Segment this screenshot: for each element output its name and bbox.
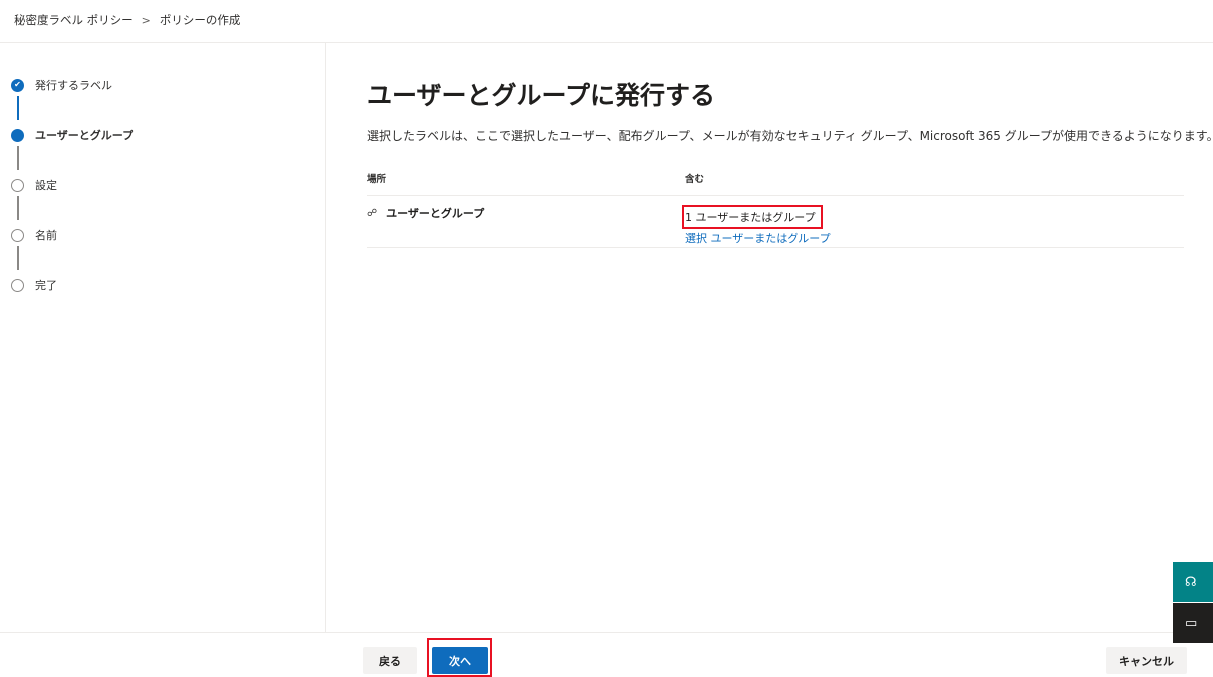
headset-icon: ☊ (1185, 574, 1197, 590)
page-description: 選択したラベルは、ここで選択したユーザー、配布グループ、メールが有効なセキュリテ… (367, 129, 1213, 143)
chevron-right-icon: > (141, 13, 151, 27)
step-connector (17, 146, 19, 170)
back-button[interactable]: 戻る (363, 647, 417, 674)
step-connector (17, 246, 19, 270)
step-label: ユーザーとグループ (35, 129, 134, 142)
pending-step-icon (11, 278, 24, 292)
column-header-include: 含む (685, 174, 705, 185)
step-label: 設定 (35, 179, 57, 192)
include-cell: 1 ユーザーまたはグループ 選択 ユーザーまたはグループ (682, 205, 831, 246)
step-connector (17, 96, 19, 120)
included-count: 1 ユーザーまたはグループ (682, 205, 823, 229)
step-label: 名前 (35, 229, 57, 242)
step-publish-labels[interactable]: ✔ 発行するラベル (11, 75, 112, 95)
step-label: 発行するラベル (35, 79, 112, 92)
feedback-tab[interactable]: ▭ (1173, 603, 1213, 643)
current-step-icon (11, 128, 24, 142)
cancel-button[interactable]: キャンセル (1106, 647, 1187, 674)
step-settings: 設定 (11, 175, 57, 195)
breadcrumb: 秘密度ラベル ポリシー > ポリシーの作成 (14, 11, 240, 29)
location-cell: ☍ ユーザーとグループ (367, 205, 484, 221)
select-users-groups-link[interactable]: 選択 ユーザーまたはグループ (685, 230, 831, 246)
pending-step-icon (11, 178, 24, 192)
step-finish: 完了 (11, 275, 57, 295)
check-icon: ✔ (11, 78, 24, 92)
breadcrumb-item-policies[interactable]: 秘密度ラベル ポリシー (14, 12, 133, 28)
breadcrumb-item-create-policy: ポリシーの作成 (159, 13, 241, 27)
feedback-icon: ▭ (1185, 615, 1198, 631)
users-icon: ☍ (367, 207, 378, 219)
column-header-location: 場所 (367, 174, 387, 185)
location-name: ユーザーとグループ (386, 207, 485, 220)
step-users-groups[interactable]: ユーザーとグループ (11, 125, 133, 145)
next-button[interactable]: 次へ (432, 647, 488, 674)
help-tab[interactable]: ☊ (1173, 562, 1213, 602)
page-title: ユーザーとグループに発行する (367, 81, 716, 110)
step-name: 名前 (11, 225, 57, 245)
step-connector (17, 196, 19, 220)
pending-step-icon (11, 228, 24, 242)
row-divider (367, 247, 1184, 248)
step-label: 完了 (35, 279, 57, 292)
footer-divider (0, 632, 1213, 633)
header-divider (367, 195, 1184, 196)
wizard-steps: ✔ 発行するラベル ユーザーとグループ 設定 名前 完了 (0, 43, 326, 632)
